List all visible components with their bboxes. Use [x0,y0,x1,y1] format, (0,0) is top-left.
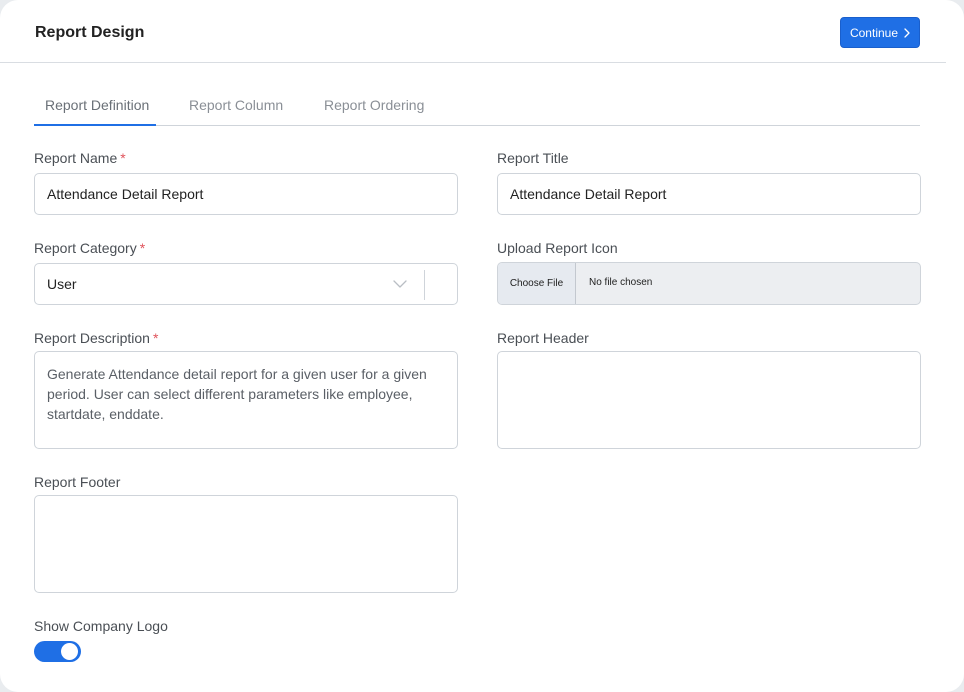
report-title-input[interactable]: Attendance Detail Report [497,173,921,215]
show-company-logo-toggle[interactable] [34,641,81,662]
report-footer-label: Report Footer [34,474,121,490]
chevron-right-icon [904,27,910,38]
continue-button-label: Continue [849,25,899,40]
required-mark: * [152,330,159,346]
report-description-label-text: Report Description [34,330,150,346]
page-header: Report Design Continue [0,0,946,63]
report-header-textarea[interactable] [497,351,921,449]
select-divider [424,270,425,300]
toggle-knob [61,643,78,660]
report-name-label: Report Name * [34,150,126,166]
continue-button[interactable]: Continue [840,17,920,48]
report-description-label: Report Description * [34,330,158,346]
required-mark: * [120,150,126,166]
report-header-label: Report Header [497,330,589,346]
tab-bar: Report Definition Report Column Report O… [34,86,920,126]
choose-file-button[interactable]: Choose File [498,263,576,304]
upload-report-icon-input[interactable]: Choose File No file chosen [497,262,921,305]
report-title-label: Report Title [497,150,569,166]
file-status-text: No file chosen [589,277,653,288]
report-name-input[interactable]: Attendance Detail Report [34,173,458,215]
chevron-down-icon [393,280,407,288]
report-footer-textarea[interactable] [34,495,458,593]
report-category-label: Report Category * [34,240,145,256]
tab-report-ordering[interactable]: Report Ordering [324,97,424,113]
page-title: Report Design [35,24,145,41]
report-category-select[interactable]: User [34,263,458,305]
report-name-label-text: Report Name [34,150,118,166]
report-design-card: Report Design Continue Report Definition… [0,0,964,692]
report-description-textarea[interactable]: Generate Attendance detail report for a … [34,351,458,449]
required-mark: * [139,240,146,256]
tab-report-column[interactable]: Report Column [189,97,283,113]
report-category-label-text: Report Category [34,240,137,256]
active-tab-indicator [34,124,156,126]
report-category-value: User [47,276,77,292]
tab-report-definition[interactable]: Report Definition [45,97,149,113]
upload-report-icon-label: Upload Report Icon [497,240,618,256]
show-company-logo-label: Show Company Logo [34,618,168,634]
